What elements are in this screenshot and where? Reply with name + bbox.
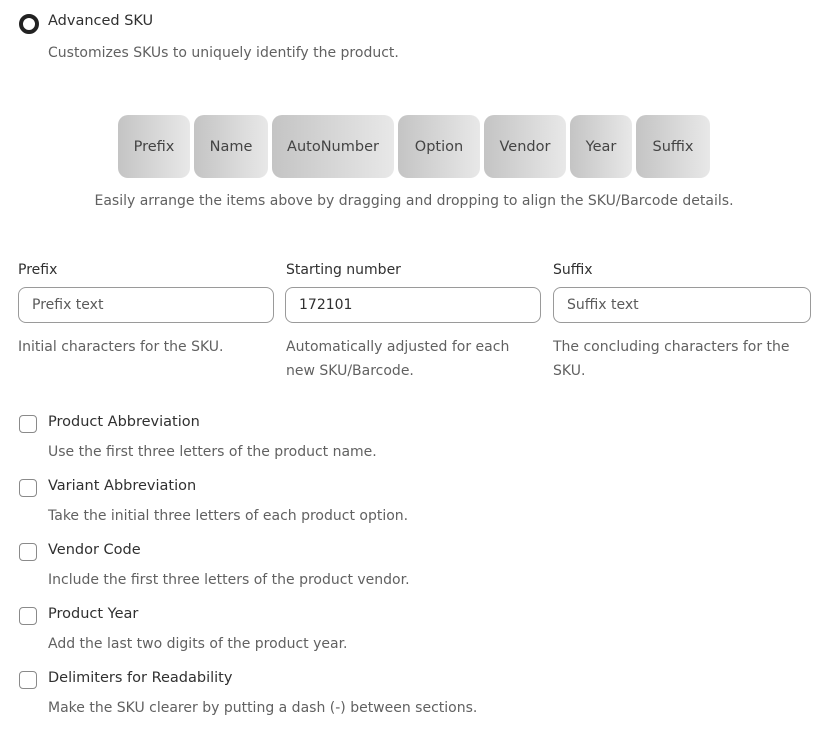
product-abbreviation-checkbox[interactable]	[19, 415, 37, 433]
variant-abbreviation-description: Take the initial three letters of each p…	[48, 508, 409, 524]
suffix-input[interactable]	[553, 287, 811, 323]
product-abbreviation-label: Product Abbreviation	[48, 414, 200, 430]
variant-abbreviation-label: Variant Abbreviation	[48, 478, 197, 494]
prefix-input[interactable]	[18, 287, 274, 323]
vendor-code-description: Include the first three letters of the p…	[48, 572, 410, 588]
prefix-help: Initial characters for the SKU.	[18, 339, 224, 355]
product-abbreviation-description: Use the first three letters of the produ…	[48, 444, 377, 460]
product-year-label: Product Year	[48, 606, 139, 622]
sku-parts-sortable[interactable]: Prefix Name AutoNumber Option Vendor Yea…	[118, 115, 710, 178]
variant-abbreviation-checkbox[interactable]	[19, 479, 37, 497]
delimiters-description: Make the SKU clearer by putting a dash (…	[48, 700, 478, 716]
delimiters-checkbox[interactable]	[19, 671, 37, 689]
suffix-help: The concluding characters for the SKU.	[553, 339, 790, 379]
chip-autonumber[interactable]: AutoNumber	[272, 115, 394, 178]
vendor-code-checkbox[interactable]	[19, 543, 37, 561]
delimiters-label: Delimiters for Readability	[48, 670, 233, 686]
product-year-description: Add the last two digits of the product y…	[48, 636, 348, 652]
chip-option[interactable]: Option	[398, 115, 480, 178]
chips-hint: Easily arrange the items above by draggi…	[94, 193, 734, 209]
product-year-checkbox[interactable]	[19, 607, 37, 625]
chip-name[interactable]: Name	[194, 115, 268, 178]
chip-vendor[interactable]: Vendor	[484, 115, 566, 178]
chip-year[interactable]: Year	[570, 115, 632, 178]
starting-number-input[interactable]	[285, 287, 541, 323]
advanced-sku-radio[interactable]	[19, 14, 39, 34]
advanced-sku-description: Customizes SKUs to uniquely identify the…	[48, 45, 399, 61]
vendor-code-label: Vendor Code	[48, 542, 141, 558]
starting-number-help: Automatically adjusted for each new SKU/…	[286, 339, 510, 379]
chip-suffix[interactable]: Suffix	[636, 115, 710, 178]
chip-prefix[interactable]: Prefix	[118, 115, 190, 178]
advanced-sku-label: Advanced SKU	[48, 13, 154, 29]
prefix-label: Prefix	[18, 262, 58, 278]
suffix-label: Suffix	[553, 262, 593, 278]
starting-number-label: Starting number	[286, 262, 401, 278]
